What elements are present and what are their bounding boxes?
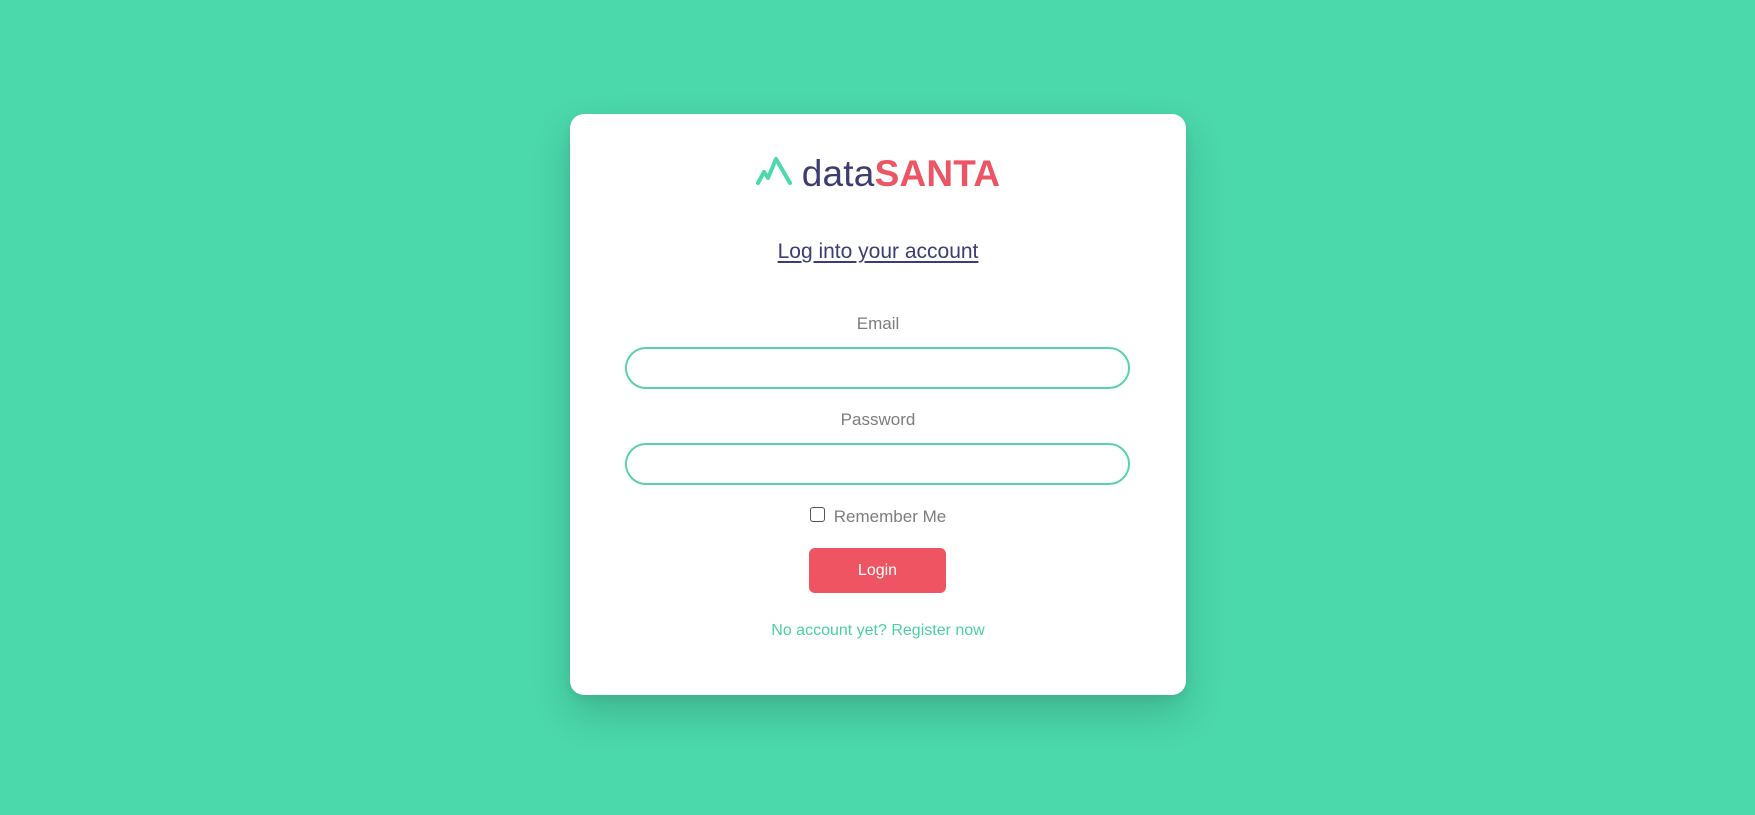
login-heading-link[interactable]: Log into your account	[778, 240, 979, 263]
login-page: dataSANTA Log into your account Email Pa…	[0, 0, 1755, 815]
email-field[interactable]	[625, 347, 1130, 389]
remember-me-label[interactable]: Remember Me	[834, 507, 946, 527]
brand-wordmark-data: data	[801, 153, 875, 194]
password-label: Password	[840, 410, 916, 429]
brand-wordmark: dataSANTA	[802, 151, 1001, 197]
register-row: No account yet? Register now	[570, 622, 1186, 640]
password-field[interactable]	[625, 443, 1130, 485]
register-link[interactable]: No account yet? Register now	[771, 622, 984, 639]
login-button[interactable]: Login	[809, 548, 946, 593]
email-label: Email	[856, 314, 900, 333]
login-card: dataSANTA Log into your account Email Pa…	[570, 114, 1186, 695]
login-heading: Log into your account	[570, 240, 1186, 264]
mountain-peaks-icon	[755, 157, 792, 185]
remember-me-checkbox[interactable]	[809, 507, 825, 523]
brand-logo: dataSANTA	[570, 151, 1186, 197]
brand-wordmark-santa: SANTA	[874, 153, 1001, 194]
remember-me-row: Remember Me	[570, 506, 1186, 527]
